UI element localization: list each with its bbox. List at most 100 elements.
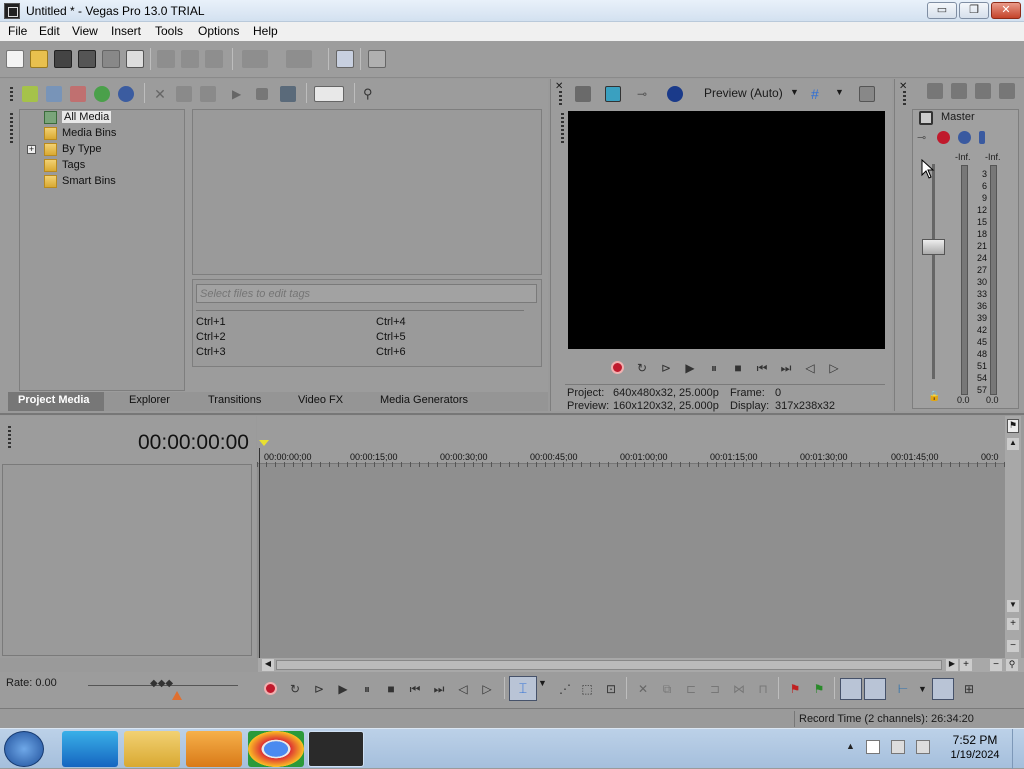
tag-shortcut[interactable]: Ctrl+4 — [376, 316, 406, 328]
chrome-taskbar-icon[interactable] — [248, 731, 304, 767]
start-button[interactable] — [4, 731, 44, 767]
split-screen-icon[interactable]: ⊸ — [637, 86, 653, 102]
enable-snapping-icon[interactable] — [336, 50, 354, 68]
show-desktop-button[interactable] — [1012, 729, 1024, 769]
previous-frame-icon[interactable]: ◁ — [803, 361, 817, 375]
volume-muted-icon[interactable] — [916, 740, 930, 754]
views-icon[interactable] — [314, 86, 344, 102]
insert-marker-icon[interactable]: ⚑ — [788, 682, 802, 696]
mixer-props-icon[interactable] — [927, 83, 943, 99]
auto-crossfade-icon[interactable] — [864, 678, 886, 700]
capture-video-icon[interactable] — [46, 86, 62, 102]
tag-shortcut[interactable]: Ctrl+2 — [196, 331, 226, 343]
overlays-icon[interactable]: # — [811, 86, 827, 102]
get-media-web-icon[interactable] — [94, 86, 110, 102]
auto-preview-icon[interactable] — [200, 86, 216, 102]
master-volume-fader[interactable] — [922, 239, 945, 255]
dim-output-icon[interactable] — [975, 83, 991, 99]
menu-edit[interactable]: Edit — [39, 24, 60, 38]
tag-input[interactable] — [196, 284, 537, 303]
preview-screen[interactable] — [568, 111, 885, 349]
zoom-out-vertical-icon[interactable]: − — [1007, 640, 1019, 652]
preview-quality-icon[interactable] — [667, 86, 683, 102]
panel-grip[interactable] — [561, 113, 564, 143]
menu-options[interactable]: Options — [198, 24, 239, 38]
tab-media-generators[interactable]: Media Generators — [380, 394, 468, 406]
panel-grip[interactable] — [8, 426, 11, 448]
next-frame-icon[interactable]: ▷ — [827, 361, 841, 375]
vertical-scrollbar[interactable]: ⚑ ▲ ▼ + − — [1005, 416, 1021, 658]
scroll-down-icon[interactable]: ▼ — [1007, 600, 1019, 612]
panel-grip[interactable] — [10, 87, 13, 101]
menu-tools[interactable]: Tools — [155, 24, 183, 38]
zoom-edit-tool-icon[interactable]: ⊡ — [604, 682, 618, 696]
vegas-taskbar-icon[interactable] — [308, 731, 364, 767]
lock-envelopes-icon[interactable] — [932, 678, 954, 700]
pause-icon[interactable]: ⏸ — [707, 361, 721, 375]
lock-icon[interactable]: ⊓ — [756, 682, 770, 696]
record-icon[interactable] — [611, 361, 624, 374]
playhead-marker-icon[interactable] — [259, 440, 269, 446]
zoom-in-vertical-icon[interactable]: + — [1007, 618, 1019, 630]
redo-icon[interactable] — [286, 50, 312, 68]
tab-transitions[interactable]: Transitions — [208, 394, 261, 406]
video-output-fx-icon[interactable] — [575, 86, 591, 102]
zoom-tool-icon[interactable]: ⚲ — [1006, 659, 1018, 671]
save-as-icon[interactable] — [78, 50, 96, 68]
edge-taskbar-icon[interactable] — [62, 731, 118, 767]
expand-button[interactable]: + — [27, 145, 36, 154]
track-list[interactable] — [2, 464, 252, 656]
delete-icon[interactable]: ✕ — [636, 682, 650, 696]
normal-edit-tool-icon[interactable]: ⌶ — [509, 676, 537, 701]
tab-video-fx[interactable]: Video FX — [298, 394, 343, 406]
panel-grip[interactable] — [903, 91, 906, 105]
save-icon[interactable] — [54, 50, 72, 68]
tag-shortcut[interactable]: Ctrl+5 — [376, 331, 406, 343]
file-explorer-taskbar-icon[interactable] — [124, 731, 180, 767]
chevron-down-icon[interactable]: ▼ — [790, 87, 799, 97]
render-icon[interactable] — [102, 50, 120, 68]
minimize-button[interactable]: ▭ — [927, 2, 957, 19]
envelope-tool-icon[interactable]: ⋰ — [558, 682, 572, 696]
marker-flag-icon[interactable]: ⚑ — [1007, 419, 1019, 433]
stop-icon[interactable]: ■ — [384, 682, 398, 696]
auto-ripple-icon[interactable]: ⊢ — [896, 682, 910, 696]
panel-grip[interactable] — [559, 91, 562, 105]
open-icon[interactable] — [30, 50, 48, 68]
solo-icon[interactable] — [979, 131, 985, 144]
copy-icon[interactable] — [181, 50, 199, 68]
media-fx-icon[interactable] — [176, 86, 192, 102]
scroll-left-icon[interactable]: ◀ — [262, 659, 274, 671]
external-monitor-icon[interactable] — [605, 86, 621, 102]
tab-project-media[interactable]: Project Media — [18, 394, 90, 406]
menu-insert[interactable]: Insert — [111, 24, 141, 38]
chevron-down-icon[interactable]: ▼ — [835, 87, 844, 97]
maximize-button[interactable]: ❐ — [959, 2, 989, 19]
trim-icon[interactable]: ⧉ — [660, 682, 674, 696]
chevron-down-icon[interactable]: ▼ — [918, 684, 927, 694]
play-icon[interactable]: ▶ — [683, 361, 697, 375]
stop-icon[interactable] — [256, 88, 268, 100]
play-from-start-icon[interactable]: ⊳ — [659, 361, 673, 375]
selection-tool-icon[interactable]: ⬚ — [580, 682, 594, 696]
scroll-thumb[interactable] — [276, 660, 942, 670]
undo-icon[interactable] — [242, 50, 268, 68]
scroll-right-icon[interactable]: ▶ — [946, 659, 958, 671]
ignore-event-grouping-icon[interactable] — [840, 678, 862, 700]
lock-icon[interactable]: 🔒 — [928, 391, 940, 402]
paste-icon[interactable] — [205, 50, 223, 68]
tag-shortcut[interactable]: Ctrl+1 — [196, 316, 226, 328]
bus-fx-icon[interactable] — [937, 131, 950, 144]
tab-explorer[interactable]: Explorer — [129, 394, 170, 406]
split-icon[interactable]: ⋈ — [732, 682, 746, 696]
media-player-taskbar-icon[interactable] — [186, 731, 242, 767]
zoom-in-icon[interactable]: + — [960, 659, 972, 671]
previous-frame-icon[interactable]: ◁ — [456, 682, 470, 696]
menu-view[interactable]: View — [72, 24, 98, 38]
search-icon[interactable]: ⚲ — [363, 86, 379, 102]
tag-shortcut[interactable]: Ctrl+3 — [196, 346, 226, 358]
import-media-icon[interactable] — [22, 86, 38, 102]
menu-file[interactable]: File — [8, 24, 27, 38]
properties-icon[interactable] — [126, 50, 144, 68]
panel-grip[interactable] — [10, 113, 13, 143]
